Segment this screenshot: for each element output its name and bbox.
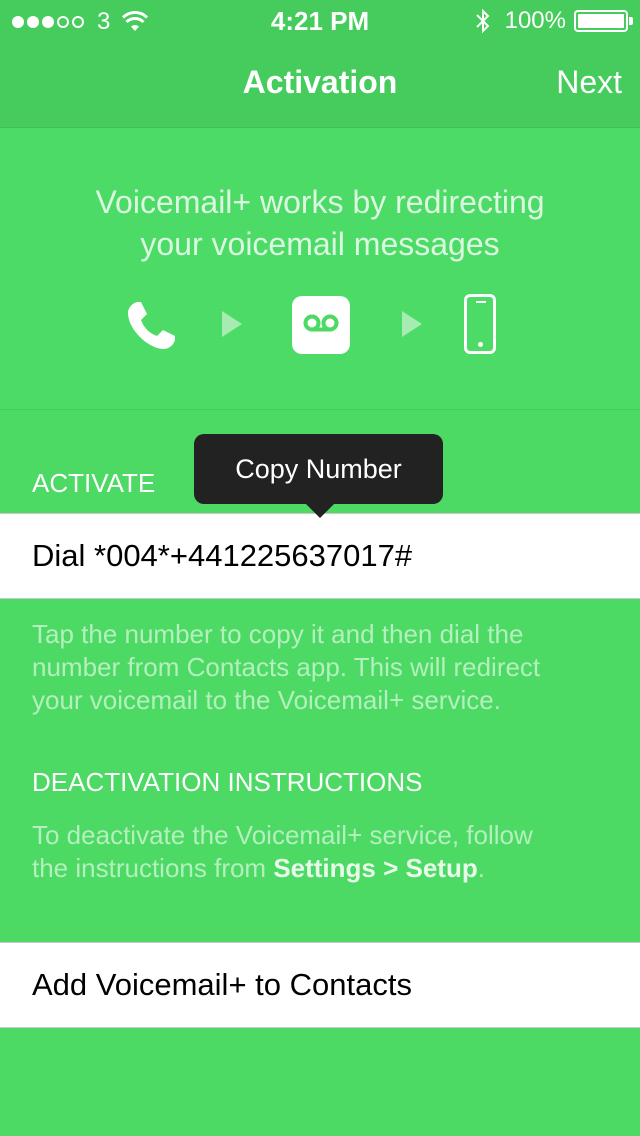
deactivation-line-2: the instructions from Settings > Setup. <box>32 852 622 885</box>
hero-banner: Voicemail+ works by redirecting your voi… <box>0 129 640 410</box>
deactivation-instructions: To deactivate the Voicemail+ service, fo… <box>32 819 622 885</box>
activate-footnote-line-3: your voicemail to the Voicemail+ service… <box>32 685 501 715</box>
battery-percent: 100% <box>504 7 566 34</box>
battery-icon <box>574 10 633 32</box>
dial-number-row[interactable]: Dial *004*+441225637017# <box>0 513 640 599</box>
next-button[interactable]: Next <box>556 64 622 101</box>
hero-line-1: Voicemail+ works by redirecting <box>95 184 545 220</box>
deactivation-line-1: To deactivate the Voicemail+ service, fo… <box>32 820 533 850</box>
activate-footnote-line-1: Tap the number to copy it and then dial … <box>32 619 524 649</box>
add-to-contacts-label: Add Voicemail+ to Contacts <box>32 967 412 1002</box>
tooltip-pointer <box>306 504 334 518</box>
activate-footnote: Tap the number to copy it and then dial … <box>32 618 622 717</box>
status-right: 100% <box>475 7 633 35</box>
phone-handset-icon <box>128 302 175 349</box>
top-bar: 3 4:21 PM 100% Activation Next <box>0 0 640 128</box>
settings-setup-path: Settings > Setup <box>273 853 478 883</box>
play-arrow-icon <box>402 311 422 337</box>
bluetooth-icon <box>475 8 490 34</box>
hero-description: Voicemail+ works by redirecting your voi… <box>0 181 640 265</box>
hero-line-2: your voicemail messages <box>140 226 500 262</box>
deactivation-line-2-suffix: . <box>477 853 485 883</box>
add-to-contacts-row[interactable]: Add Voicemail+ to Contacts <box>0 942 640 1028</box>
copy-number-tooltip[interactable]: Copy Number <box>194 434 443 504</box>
activate-header: ACTIVATE <box>32 468 156 498</box>
voicemail-icon <box>292 296 350 354</box>
status-bar: 3 4:21 PM 100% <box>0 0 640 40</box>
page-title: Activation <box>242 64 398 100</box>
dial-number-label: Dial *004*+441225637017# <box>32 538 413 573</box>
hero-icons <box>0 294 640 354</box>
deactivation-line-2-prefix: the instructions from <box>32 853 274 883</box>
iphone-icon <box>464 294 496 354</box>
play-arrow-icon <box>222 311 242 337</box>
deactivation-header: DEACTIVATION INSTRUCTIONS <box>32 767 423 797</box>
activate-footnote-line-2: number from Contacts app. This will redi… <box>32 652 541 682</box>
